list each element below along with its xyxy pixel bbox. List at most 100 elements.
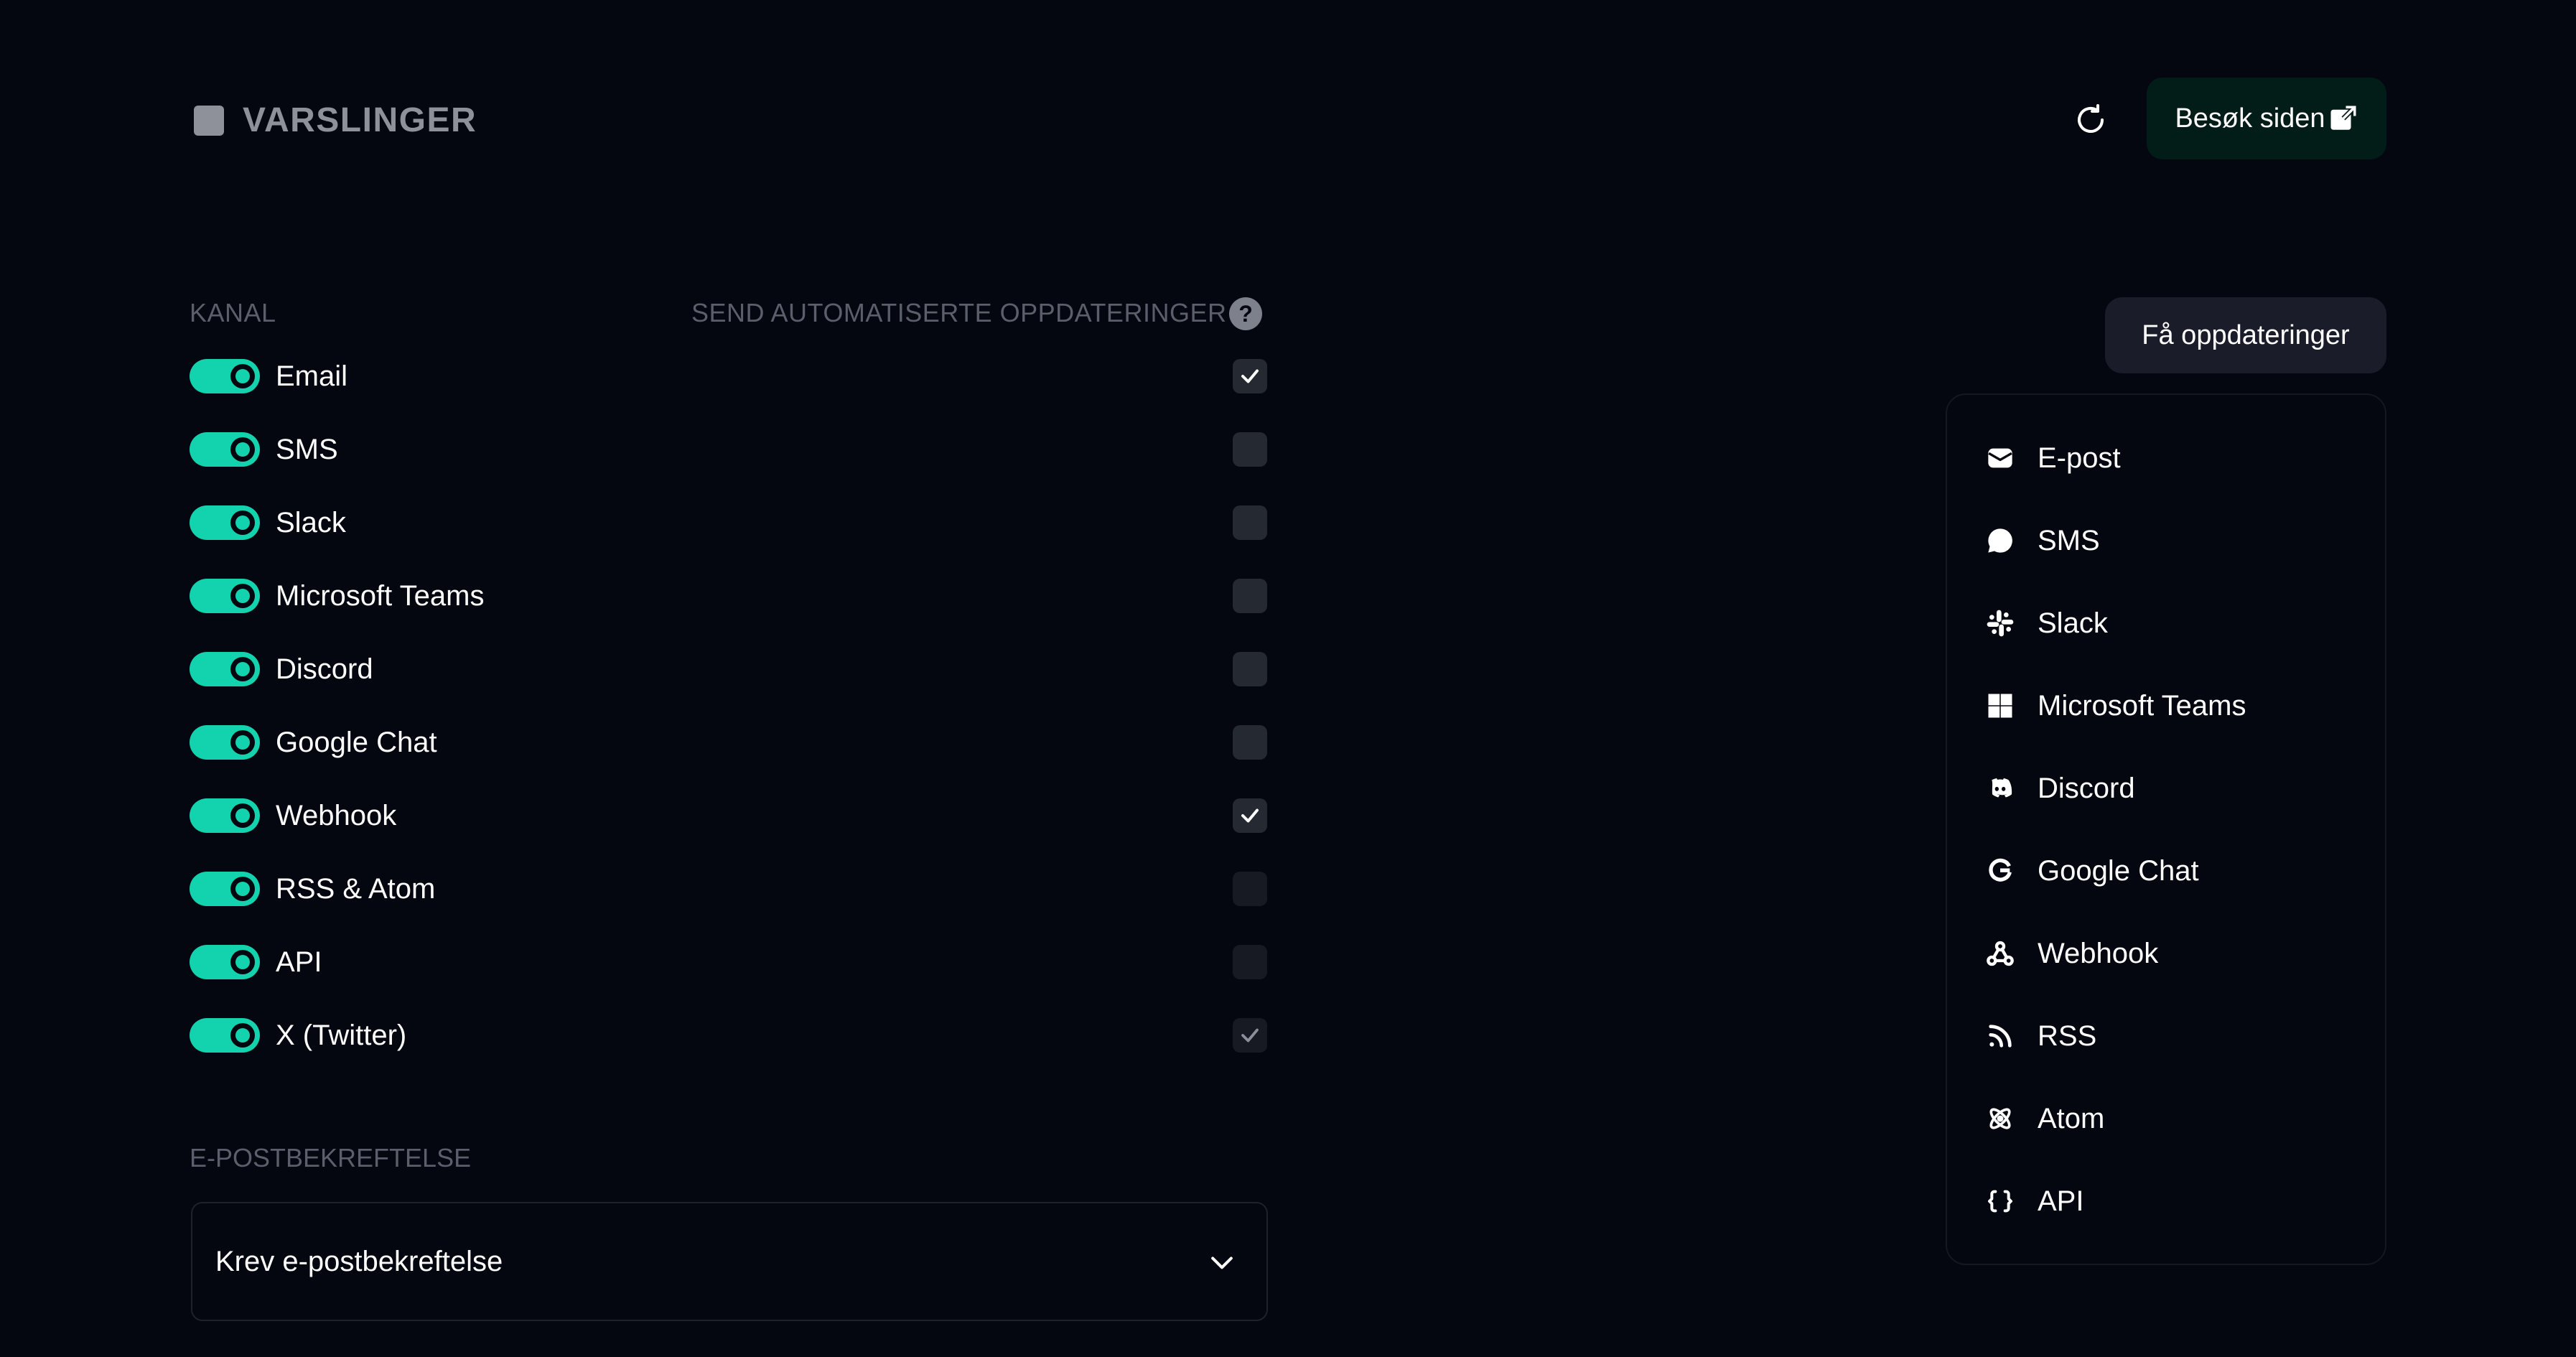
auto-update-checkbox[interactable] — [1233, 872, 1267, 906]
chat-bubble-icon — [1984, 525, 2016, 556]
email-confirmation-select[interactable]: Krev e-postbekreftelse — [191, 1202, 1268, 1321]
menu-item-label: SMS — [2038, 524, 2100, 556]
menu-item-microsoft-teams[interactable]: Microsoft Teams — [1984, 683, 2358, 729]
chevron-down-icon — [1211, 1256, 1233, 1269]
channel-row-x-twitter: X (Twitter) — [190, 1017, 1267, 1060]
braces-icon — [1984, 1185, 2016, 1217]
auto-update-checkbox[interactable] — [1233, 505, 1267, 540]
channel-toggle[interactable] — [190, 579, 260, 613]
channel-toggle[interactable] — [190, 652, 260, 686]
refresh-button[interactable] — [2068, 97, 2114, 143]
menu-item-label: API — [2038, 1185, 2084, 1217]
webhook-icon — [1984, 938, 2016, 969]
channel-row-microsoft-teams: Microsoft Teams — [190, 577, 1267, 620]
toggle-knob — [230, 437, 255, 462]
toggle-knob — [230, 364, 255, 388]
channel-row-sms: SMS — [190, 431, 1267, 474]
discord-icon — [1984, 773, 2016, 804]
channel-row-rss-atom: RSS & Atom — [190, 870, 1267, 913]
toggle-knob — [230, 510, 255, 535]
toggle-knob — [230, 1023, 255, 1048]
menu-item-google-chat[interactable]: Google Chat — [1984, 848, 2358, 894]
help-icon[interactable]: ? — [1229, 297, 1262, 330]
channel-toggle[interactable] — [190, 798, 260, 833]
auto-update-checkbox[interactable] — [1233, 945, 1267, 979]
visit-site-label: Besøk siden — [2175, 103, 2325, 134]
toggle-knob — [230, 950, 255, 974]
menu-item-label: Discord — [2038, 772, 2135, 804]
channel-label: Microsoft Teams — [276, 580, 485, 612]
section-square-icon — [194, 105, 224, 136]
menu-item-label: E-post — [2038, 442, 2121, 474]
channel-label: RSS & Atom — [276, 873, 436, 905]
menu-item-atom[interactable]: Atom — [1984, 1096, 2358, 1142]
google-icon — [1984, 855, 2016, 887]
toggle-knob — [230, 584, 255, 608]
check-icon — [1241, 369, 1259, 383]
menu-item-discord[interactable]: Discord — [1984, 765, 2358, 811]
channel-toggle[interactable] — [190, 945, 260, 979]
auto-update-checkbox[interactable] — [1233, 432, 1267, 467]
channel-toggle[interactable] — [190, 359, 260, 393]
windows-icon — [1984, 690, 2016, 722]
notifications-page: VARSLINGER Besøk siden KANAL SEND AUTOMA… — [0, 0, 2576, 1357]
menu-item-webhook[interactable]: Webhook — [1984, 931, 2358, 976]
page-header: VARSLINGER — [194, 101, 477, 140]
channel-column-header: KANAL — [190, 298, 276, 327]
atom-icon — [1984, 1103, 2016, 1134]
page-title: VARSLINGER — [243, 101, 477, 139]
menu-item-sms[interactable]: SMS — [1984, 518, 2358, 564]
auto-update-checkbox[interactable] — [1233, 579, 1267, 613]
channel-label: Google Chat — [276, 727, 437, 758]
channel-label: X (Twitter) — [276, 1020, 407, 1051]
toggle-knob — [230, 877, 255, 901]
channel-label: SMS — [276, 434, 338, 465]
auto-updates-column-header: SEND AUTOMATISERTE OPPDATERINGER — [691, 298, 1227, 327]
auto-update-checkbox[interactable] — [1233, 1018, 1267, 1053]
email-confirmation-header: E-POSTBEKREFTELSE — [190, 1143, 472, 1172]
toggle-knob — [230, 657, 255, 681]
channel-toggle[interactable] — [190, 505, 260, 540]
channel-toggle[interactable] — [190, 1018, 260, 1053]
visit-site-button[interactable]: Besøk siden — [2147, 78, 2386, 159]
channel-row-slack: Slack — [190, 504, 1267, 547]
auto-update-checkbox[interactable] — [1233, 798, 1267, 833]
channel-label: Discord — [276, 653, 373, 685]
channel-toggle[interactable] — [190, 872, 260, 906]
menu-item-slack[interactable]: Slack — [1984, 600, 2358, 646]
slack-icon — [1984, 607, 2016, 639]
channel-toggle[interactable] — [190, 432, 260, 467]
rss-icon — [1984, 1020, 2016, 1052]
menu-item-email[interactable]: E-post — [1984, 435, 2358, 481]
select-value: Krev e-postbekreftelse — [215, 1245, 503, 1277]
channel-row-email: Email — [190, 358, 1267, 401]
external-link-icon — [2330, 105, 2356, 130]
channel-row-google-chat: Google Chat — [190, 724, 1267, 767]
check-icon — [1241, 1028, 1259, 1043]
menu-item-label: RSS — [2038, 1020, 2097, 1052]
refresh-icon — [2078, 104, 2104, 133]
subscribe-menu: E-post SMS Slack Microsoft Teams Discord — [1946, 393, 2386, 1265]
menu-item-label: Webhook — [2038, 937, 2159, 969]
channel-label: API — [276, 946, 322, 978]
channel-row-api: API — [190, 943, 1267, 987]
channel-toggle[interactable] — [190, 725, 260, 760]
menu-item-label: Microsoft Teams — [2038, 689, 2246, 722]
get-updates-button[interactable]: Få oppdateringer — [2105, 297, 2386, 373]
menu-item-rss[interactable]: RSS — [1984, 1013, 2358, 1059]
toggle-knob — [230, 730, 255, 755]
channel-row-discord: Discord — [190, 650, 1267, 694]
auto-update-checkbox[interactable] — [1233, 725, 1267, 760]
auto-update-checkbox[interactable] — [1233, 359, 1267, 393]
menu-item-label: Google Chat — [2038, 854, 2199, 887]
channel-row-webhook: Webhook — [190, 797, 1267, 840]
toggle-knob — [230, 803, 255, 828]
auto-update-checkbox[interactable] — [1233, 652, 1267, 686]
channel-label: Webhook — [276, 800, 397, 831]
menu-item-api[interactable]: API — [1984, 1178, 2358, 1224]
menu-item-label: Atom — [2038, 1102, 2105, 1134]
channel-label: Email — [276, 360, 348, 392]
envelope-icon — [1984, 442, 2016, 474]
channel-label: Slack — [276, 507, 346, 538]
check-icon — [1241, 808, 1259, 823]
